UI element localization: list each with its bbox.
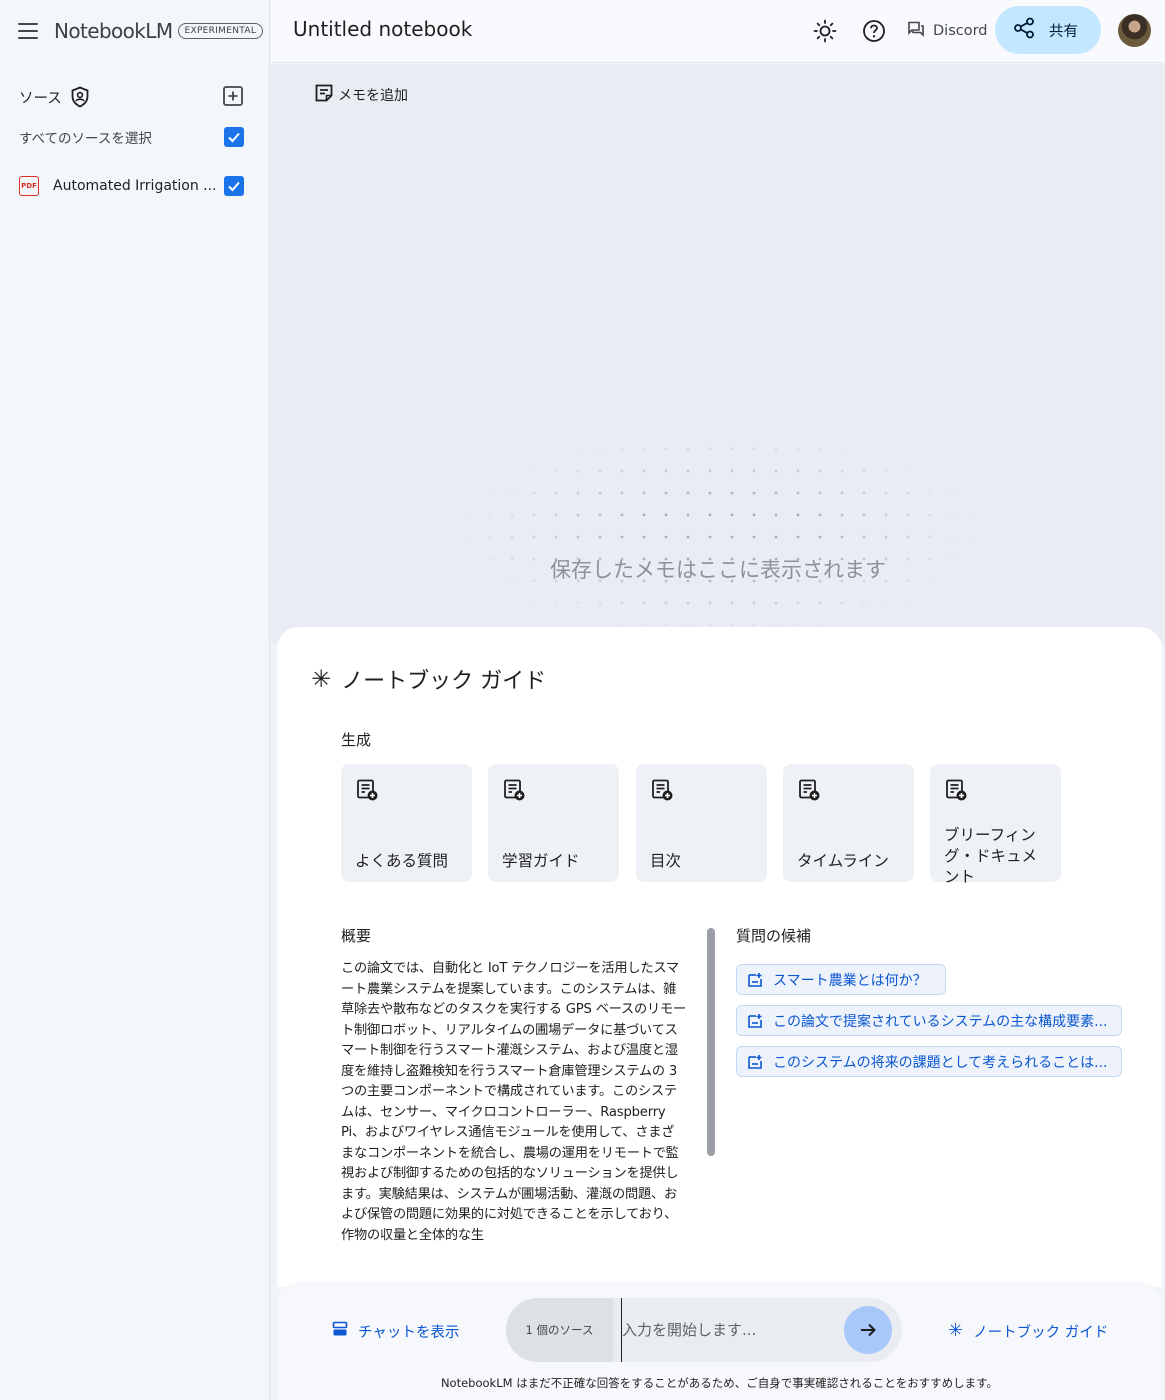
chat-input[interactable] xyxy=(621,1298,841,1362)
help-icon[interactable] xyxy=(861,18,887,44)
add-note-button[interactable]: メモを追加 xyxy=(314,84,408,106)
notebook-guide-button[interactable]: ✳ ノートブック ガイド xyxy=(948,1320,1108,1342)
brand: NotebookLM EXPERIMENTAL xyxy=(18,18,264,44)
generate-item-label: 学習ガイド xyxy=(502,852,580,870)
note-add-icon xyxy=(355,778,379,802)
send-button[interactable] xyxy=(844,1306,892,1354)
generate-toc-button[interactable]: 目次 xyxy=(636,764,767,882)
dot-pattern xyxy=(391,394,1051,634)
generate-item-label: 目次 xyxy=(650,852,682,870)
chat-input-box: 1 個のソース xyxy=(506,1298,902,1362)
quick-question-icon xyxy=(747,1013,763,1029)
shield-icon[interactable] xyxy=(70,86,90,108)
quick-question-icon xyxy=(747,972,763,988)
chat-bar: チャットを表示 1 個のソース ✳ ノートブック ガイド NotebookLM … xyxy=(277,1282,1162,1400)
show-chat-button[interactable]: チャットを表示 xyxy=(332,1320,459,1342)
question-text: このシステムの将来の課題として考えられることは... xyxy=(773,1054,1108,1071)
note-add-icon xyxy=(502,778,526,802)
question-text: スマート農業とは何か？ xyxy=(773,972,927,989)
show-chat-label: チャットを表示 xyxy=(358,1324,460,1341)
source-checkbox[interactable] xyxy=(224,176,244,196)
suggested-question-chip[interactable]: このシステムの将来の課題として考えられることは... xyxy=(736,1046,1122,1077)
experimental-badge: EXPERIMENTAL xyxy=(177,23,264,39)
pdf-icon: PDF xyxy=(19,176,39,196)
suggested-questions-label: 質問の候補 xyxy=(736,927,812,945)
summary-scrollbar[interactable] xyxy=(707,928,715,1156)
notebook-guide-label: ノートブック ガイド xyxy=(973,1324,1109,1341)
notes-area: メモを追加 保存したメモはここに表示されます xyxy=(271,64,1165,644)
select-all-row[interactable]: すべてのソースを選択 xyxy=(19,125,244,149)
guide-header: ✳ ノートブック ガイド xyxy=(311,663,546,695)
notebook-title[interactable]: Untitled notebook xyxy=(293,17,472,41)
select-all-label: すべてのソースを選択 xyxy=(19,131,152,147)
generate-label: 生成 xyxy=(341,731,372,749)
quick-question-icon xyxy=(747,1054,763,1070)
sparkle-icon: ✳ xyxy=(948,1320,964,1341)
select-all-checkbox[interactable] xyxy=(224,127,244,147)
sources-header: ソース xyxy=(19,85,244,109)
suggested-question-chip[interactable]: スマート農業とは何か？ xyxy=(736,964,946,995)
disclaimer-text: NotebookLM はまだ不正確な回答をすることがあるため、ご自身で事実確認さ… xyxy=(440,1376,999,1390)
suggested-question-chip[interactable]: この論文で提案されているシステムの主な構成要素... xyxy=(736,1005,1122,1036)
note-add-icon xyxy=(650,778,674,802)
add-source-icon[interactable] xyxy=(222,85,244,107)
menu-icon[interactable] xyxy=(18,23,38,39)
notebook-guide-panel: ✳ ノートブック ガイド 生成 よくある質問 学習ガイド 目次 タイムライン ブ… xyxy=(277,627,1162,1287)
generate-item-label: ブリーフィング・ドキュメント xyxy=(944,826,1038,886)
avatar[interactable] xyxy=(1118,14,1151,47)
discord-button[interactable]: Discord xyxy=(907,16,988,46)
forum-icon xyxy=(907,20,925,42)
empty-notes-message: 保存したメモはここに表示されます xyxy=(550,558,886,582)
sidebar: NotebookLM EXPERIMENTAL ソース すべてのソースを選択 P… xyxy=(0,0,270,1400)
note-add-icon xyxy=(944,778,968,802)
share-button[interactable]: 共有 xyxy=(995,6,1101,54)
summary-label: 概要 xyxy=(341,927,372,945)
generate-item-label: よくある質問 xyxy=(355,852,449,870)
generate-item-label: タイムライン xyxy=(797,852,889,870)
sparkle-icon: ✳ xyxy=(311,665,332,693)
discord-label: Discord xyxy=(933,23,988,39)
chat-panel-icon xyxy=(332,1321,348,1341)
guide-title: ノートブック ガイド xyxy=(341,669,547,694)
summary-text: この論文では、自動化と IoT テクノロジーを活用したスマート農業システムを提案… xyxy=(341,961,686,1243)
question-text: この論文で提案されているシステムの主な構成要素... xyxy=(773,1013,1108,1030)
sticky-note-icon xyxy=(314,83,334,107)
source-count-chip[interactable]: 1 個のソース xyxy=(506,1298,613,1362)
generate-timeline-button[interactable]: タイムライン xyxy=(783,764,914,882)
app-name: NotebookLM xyxy=(54,19,173,43)
generate-study-guide-button[interactable]: 学習ガイド xyxy=(488,764,619,882)
share-label: 共有 xyxy=(1049,23,1078,40)
add-note-label: メモを追加 xyxy=(338,88,408,104)
source-name: Automated Irrigation ... xyxy=(53,178,217,194)
generate-faq-button[interactable]: よくある質問 xyxy=(341,764,472,882)
arrow-right-icon xyxy=(861,1323,876,1337)
share-icon xyxy=(1013,17,1035,43)
top-bar: Untitled notebook Discord 共有 xyxy=(271,0,1165,63)
source-item[interactable]: PDF Automated Irrigation ... xyxy=(19,174,244,198)
generate-briefing-doc-button[interactable]: ブリーフィング・ドキュメント xyxy=(930,764,1061,886)
note-add-icon xyxy=(797,778,821,802)
brightness-icon[interactable] xyxy=(812,18,838,44)
sources-title: ソース xyxy=(19,90,62,107)
